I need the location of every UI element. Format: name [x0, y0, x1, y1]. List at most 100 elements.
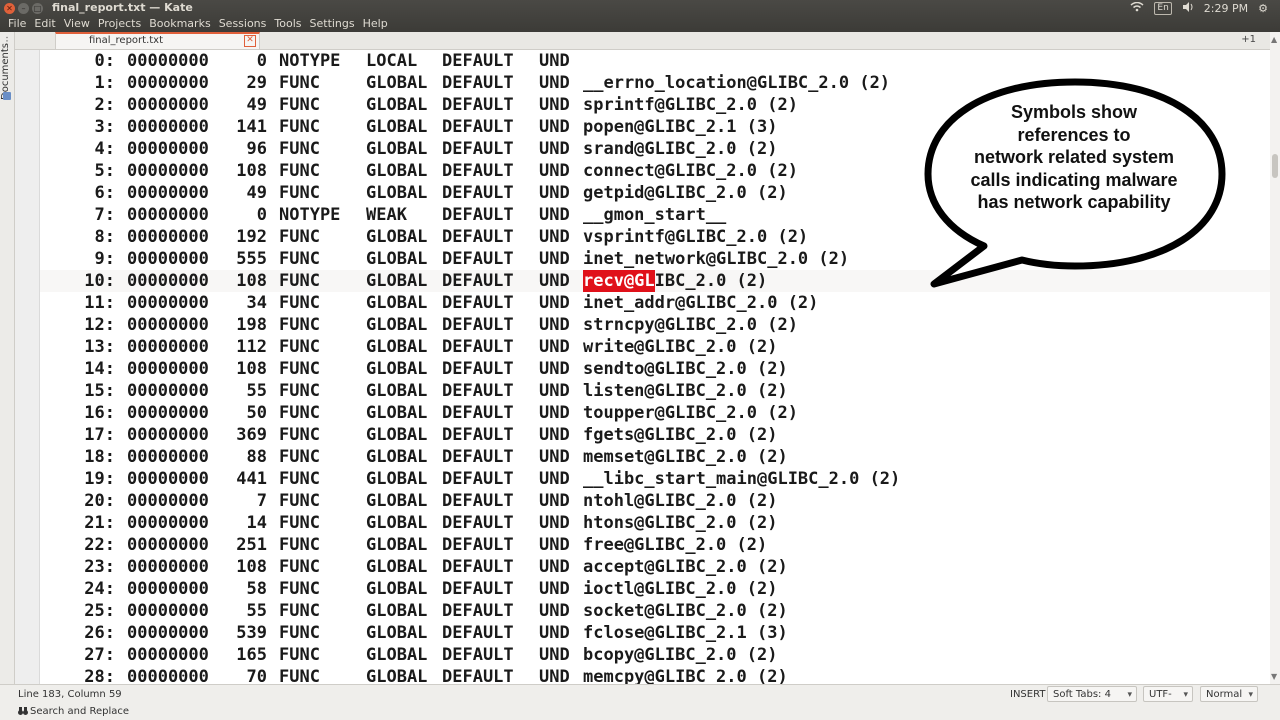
close-tab-icon[interactable]: ✕ — [244, 35, 256, 47]
vertical-scrollbar[interactable]: ▲ ▼ — [1270, 32, 1280, 684]
scrollbar-thumb[interactable] — [1272, 154, 1278, 178]
documents-icon[interactable] — [3, 92, 11, 100]
menu-settings[interactable]: Settings — [306, 17, 359, 30]
symbol-name: accept@GLIBC_2.0 (2) — [583, 557, 788, 577]
symbol-size: 70 — [246, 667, 267, 684]
symbol-table-row[interactable]: 12: 00000000 198 FUNC GLOBAL DEFAULT UND strncp… — [40, 314, 1270, 336]
symbol-value: 00000000 — [127, 645, 209, 665]
symbol-bind: GLOBAL — [366, 271, 428, 291]
indentation-dropdown[interactable]: Soft Tabs: 4 (8) — [1047, 686, 1137, 716]
gear-icon[interactable]: ⚙ — [1258, 2, 1268, 15]
symbol-ndx: UND — [539, 469, 570, 489]
symbol-bind: GLOBAL — [366, 73, 428, 93]
input-mode[interactable]: INSERT — [1010, 689, 1045, 700]
symbol-value: 00000000 — [127, 601, 209, 621]
symbol-num: 24: — [84, 579, 115, 599]
symbol-table-row[interactable]: 24: 00000000 58 FUNC GLOBAL DEFAULT UND ioctl@G… — [40, 578, 1270, 600]
symbol-table-row[interactable]: 19: 00000000 441 FUNC GLOBAL DEFAULT UND __libc… — [40, 468, 1270, 490]
symbol-num: 4: — [94, 139, 115, 159]
callout-text: Symbols show references to network relat… — [944, 101, 1204, 214]
wifi-icon[interactable] — [1130, 1, 1144, 15]
symbol-ndx: UND — [539, 623, 570, 643]
symbol-value: 00000000 — [127, 51, 209, 71]
window-title: final_report.txt — Kate — [52, 1, 193, 14]
symbol-name: free@GLIBC_2.0 (2) — [583, 535, 768, 555]
symbol-size: 96 — [246, 139, 267, 159]
symbol-value: 00000000 — [127, 469, 209, 489]
symbol-name: memcpy@GLIBC_2.0 (2) — [583, 667, 788, 684]
symbol-num: 12: — [84, 315, 115, 335]
symbol-type: FUNC — [279, 95, 320, 115]
menu-view[interactable]: View — [60, 17, 94, 30]
symbol-table-row[interactable]: 20: 00000000 7 FUNC GLOBAL DEFAULT UND ntohl@GL… — [40, 490, 1270, 512]
symbol-bind: GLOBAL — [366, 139, 428, 159]
menu-help[interactable]: Help — [359, 17, 392, 30]
search-and-replace-button[interactable]: Search and Replace — [30, 706, 129, 717]
symbol-size: 108 — [236, 271, 267, 291]
symbol-type: FUNC — [279, 249, 320, 269]
symbol-type: FUNC — [279, 293, 320, 313]
symbol-table-row[interactable]: 13: 00000000 112 FUNC GLOBAL DEFAULT UND write@… — [40, 336, 1270, 358]
symbol-type: FUNC — [279, 425, 320, 445]
symbol-num: 5: — [94, 161, 115, 181]
minimize-window-icon[interactable]: – — [18, 3, 29, 14]
close-window-icon[interactable]: ✕ — [4, 3, 15, 14]
scroll-down-icon[interactable]: ▼ — [1271, 672, 1277, 681]
symbol-num: 7: — [94, 205, 115, 225]
symbol-table-row[interactable]: 28: 00000000 70 FUNC GLOBAL DEFAULT UND memcpy@… — [40, 666, 1270, 684]
symbol-table-row[interactable]: 22: 00000000 251 FUNC GLOBAL DEFAULT UND free@G… — [40, 534, 1270, 556]
symbol-ndx: UND — [539, 161, 570, 181]
symbol-bind: GLOBAL — [366, 337, 428, 357]
symbol-vis: DEFAULT — [442, 249, 514, 269]
keyboard-layout-indicator[interactable]: En — [1154, 1, 1172, 15]
symbol-value: 00000000 — [127, 249, 209, 269]
tab-final-report[interactable]: final_report.txt ✕ — [55, 32, 260, 49]
symbol-ndx: UND — [539, 645, 570, 665]
symbol-size: 112 — [236, 337, 267, 357]
symbol-table-row[interactable]: 0: 00000000 0 NOTYPE LOCAL DEFAULT UND — [40, 50, 1270, 72]
symbol-ndx: UND — [539, 205, 570, 225]
menu-file[interactable]: File — [4, 17, 30, 30]
symbol-table-row[interactable]: 16: 00000000 50 FUNC GLOBAL DEFAULT UND toupper… — [40, 402, 1270, 424]
symbol-ndx: UND — [539, 227, 570, 247]
symbol-size: 251 — [236, 535, 267, 555]
symbol-vis: DEFAULT — [442, 425, 514, 445]
symbol-table-row[interactable]: 14: 00000000 108 FUNC GLOBAL DEFAULT UND sendto… — [40, 358, 1270, 380]
symbol-vis: DEFAULT — [442, 667, 514, 684]
symbol-table-row[interactable]: 15: 00000000 55 FUNC GLOBAL DEFAULT UND listen@… — [40, 380, 1270, 402]
menu-sessions[interactable]: Sessions — [215, 17, 271, 30]
scroll-up-icon[interactable]: ▲ — [1271, 35, 1277, 44]
symbol-ndx: UND — [539, 337, 570, 357]
cursor-position[interactable]: Line 183, Column 59 — [18, 689, 122, 700]
menu-projects[interactable]: Projects — [94, 17, 145, 30]
symbol-name: toupper@GLIBC_2.0 (2) — [583, 403, 798, 423]
symbol-table-row[interactable]: 27: 00000000 165 FUNC GLOBAL DEFAULT UND bcopy@… — [40, 644, 1270, 666]
tab-count-indicator[interactable]: +1 — [1241, 34, 1256, 45]
clock[interactable]: 2:29 PM — [1204, 2, 1248, 15]
symbol-value: 00000000 — [127, 535, 209, 555]
symbol-table-row[interactable]: 25: 00000000 55 FUNC GLOBAL DEFAULT UND socket@… — [40, 600, 1270, 622]
symbol-vis: DEFAULT — [442, 51, 514, 71]
symbol-ndx: UND — [539, 425, 570, 445]
symbol-type: FUNC — [279, 623, 320, 643]
symbol-table-row[interactable]: 26: 00000000 539 FUNC GLOBAL DEFAULT UND fclose… — [40, 622, 1270, 644]
symbol-name: vsprintf@GLIBC_2.0 (2) — [583, 227, 809, 247]
maximize-window-icon[interactable]: □ — [32, 3, 43, 14]
symbol-size: 141 — [236, 117, 267, 137]
encoding-dropdown[interactable]: UTF-8 — [1143, 686, 1193, 716]
symbol-table-row[interactable]: 23: 00000000 108 FUNC GLOBAL DEFAULT UND accept… — [40, 556, 1270, 578]
symbol-name: fclose@GLIBC_2.1 (3) — [583, 623, 788, 643]
menu-edit[interactable]: Edit — [30, 17, 59, 30]
menu-bookmarks[interactable]: Bookmarks — [145, 17, 214, 30]
volume-icon[interactable] — [1182, 1, 1194, 15]
highlight-mode-dropdown[interactable]: Normal — [1200, 686, 1258, 703]
symbol-table-row[interactable]: 17: 00000000 369 FUNC GLOBAL DEFAULT UND fgets@… — [40, 424, 1270, 446]
symbol-table-row[interactable]: 21: 00000000 14 FUNC GLOBAL DEFAULT UND htons@G… — [40, 512, 1270, 534]
symbol-name: popen@GLIBC_2.1 (3) — [583, 117, 778, 137]
callout-line: Symbols show — [1010, 102, 1138, 122]
symbol-name: htons@GLIBC_2.0 (2) — [583, 513, 778, 533]
symbol-table-row[interactable]: 18: 00000000 88 FUNC GLOBAL DEFAULT UND memset@… — [40, 446, 1270, 468]
symbol-ndx: UND — [539, 249, 570, 269]
menu-tools[interactable]: Tools — [270, 17, 305, 30]
symbol-name: __libc_start_main@GLIBC_2.0 (2) — [583, 469, 901, 489]
